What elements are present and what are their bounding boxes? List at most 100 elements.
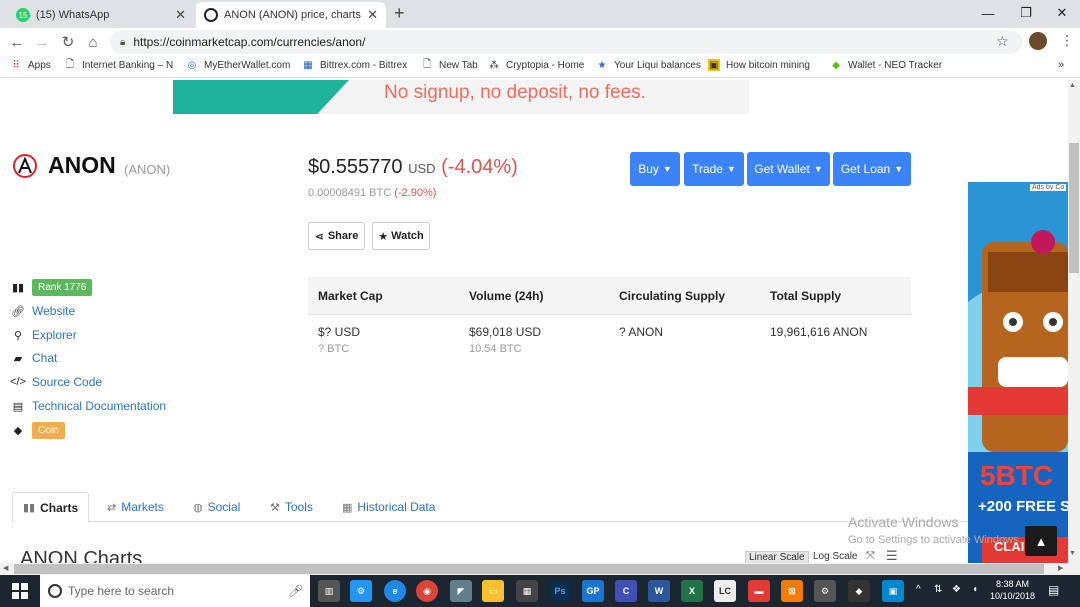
windows-logo-icon: [12, 583, 28, 599]
address-bar[interactable]: 🔒︎ https://coinmarketcap.com/currencies/…: [110, 30, 1022, 54]
sidebar-link-website[interactable]: 🔗︎ Website: [10, 304, 75, 318]
edge-icon[interactable]: e: [384, 580, 406, 602]
ads-by-label: Ads by Co: [1030, 184, 1067, 191]
volume-icon[interactable]: ◖: [972, 584, 978, 595]
window-close-icon[interactable]: ✕: [1044, 0, 1080, 26]
bookmark-internet-banking[interactable]: 🗋︎ Internet Banking – N: [64, 59, 173, 71]
wrench-icon: ⚒: [270, 501, 280, 514]
share-button[interactable]: ⋖ Share: [308, 222, 365, 250]
coinmarketcap-icon: [204, 8, 218, 22]
taskbar-search[interactable]: Type here to search 🎤︎: [40, 575, 310, 607]
tab-markets[interactable]: ⇄ Markets: [107, 492, 164, 522]
bookmark-neo-tracker[interactable]: ◆ Wallet - NEO Tracker: [830, 59, 942, 71]
btc-change: (-2.90%): [394, 187, 437, 199]
close-icon[interactable]: ✕: [175, 7, 186, 23]
colorful-app-icon[interactable]: ◆: [848, 580, 870, 602]
dropbox-icon[interactable]: ❖: [952, 584, 961, 595]
tab-tools[interactable]: ⚒ Tools: [270, 492, 313, 522]
bookmark-bitcoin-mining[interactable]: ▣ How bitcoin mining: [708, 59, 810, 71]
menu-kebab-icon[interactable]: ⋮: [1060, 32, 1074, 49]
network-icon[interactable]: ⇅: [934, 584, 942, 595]
app-c-icon[interactable]: C: [615, 580, 637, 602]
app-icon[interactable]: ◤: [450, 580, 472, 602]
linear-scale-button[interactable]: Linear Scale: [745, 551, 809, 563]
tab-charts[interactable]: ▮▮ Charts: [12, 492, 90, 523]
scroll-right-arrow-icon[interactable]: ▶: [1058, 564, 1063, 572]
stats-header-market-cap: Market Cap: [318, 289, 383, 303]
forward-arrow-icon[interactable]: →: [32, 32, 52, 52]
notifications-icon[interactable]: ▤: [1048, 583, 1059, 597]
gear-app-icon[interactable]: ⚙: [814, 580, 836, 602]
bookmark-cryptopia[interactable]: ⁂ Cryptopia - Home: [488, 59, 584, 71]
reload-icon[interactable]: ↻: [58, 32, 78, 52]
start-button[interactable]: [0, 575, 40, 607]
chrome-icon[interactable]: ◉: [416, 580, 438, 602]
minimize-icon[interactable]: —: [970, 0, 1006, 26]
get-wallet-button[interactable]: Get Wallet ▼: [747, 152, 830, 186]
scroll-to-top-button[interactable]: ▲: [1025, 526, 1057, 556]
scroll-down-arrow-icon[interactable]: ▼: [1069, 550, 1076, 557]
banner-text: No signup, no deposit, no fees.: [384, 82, 646, 103]
back-arrow-icon[interactable]: ←: [7, 32, 27, 52]
bookmark-apps[interactable]: ⠿ Apps: [10, 59, 50, 71]
fullscreen-icon[interactable]: ⤧: [866, 550, 875, 563]
settings-app-icon[interactable]: ⚙: [350, 580, 372, 602]
bookmark-liqui[interactable]: ★ Your Liqui balances: [596, 59, 701, 71]
ad-banner[interactable]: No signup, no deposit, no fees.: [173, 80, 749, 114]
vertical-scroll-thumb[interactable]: [1069, 143, 1079, 273]
scroll-up-arrow-icon[interactable]: ▲: [1069, 82, 1076, 89]
scroll-left-arrow-icon[interactable]: ◀: [3, 564, 8, 572]
chat-icon: ▰: [13, 352, 23, 365]
code-icon: </>: [10, 376, 26, 388]
restore-icon[interactable]: ❐: [1008, 0, 1044, 26]
tab-whatsapp[interactable]: 15 (15) WhatsApp ✕: [8, 2, 194, 28]
activate-windows-subtitle: Go to Settings to activate Windows.: [848, 534, 1022, 546]
close-icon[interactable]: ✕: [367, 7, 378, 23]
search-icon: ⚲: [13, 329, 23, 342]
trade-button[interactable]: Trade ▼: [684, 152, 744, 186]
side-ad[interactable]: 5BTC +200 FREE SPI CLAI: [968, 182, 1068, 563]
get-loan-button[interactable]: Get Loan ▼: [833, 152, 911, 186]
file-explorer-icon[interactable]: ▭: [482, 580, 504, 602]
home-icon[interactable]: ⌂: [83, 32, 103, 52]
buy-button[interactable]: Buy ▼: [630, 152, 680, 186]
myetherwallet-icon: ◎: [187, 59, 197, 71]
horizontal-scroll-thumb[interactable]: [14, 564, 1044, 574]
tab-social[interactable]: ◍ Social: [193, 492, 240, 522]
xampp-icon[interactable]: ⊠: [781, 580, 803, 602]
bookmark-new-tab[interactable]: 🗋︎ New Tab: [421, 59, 478, 71]
app-flag-icon[interactable]: ▬: [748, 580, 770, 602]
sidebar-link-explorer[interactable]: ⚲ Explorer: [10, 328, 77, 342]
bookmark-star-icon[interactable]: ☆: [996, 33, 1009, 50]
cortana-circle-icon: [48, 584, 62, 598]
excel-icon[interactable]: X: [681, 580, 703, 602]
gmat-prep-icon[interactable]: GP: [582, 580, 604, 602]
circulating-supply: ? ANON: [619, 325, 664, 339]
bookmarks-overflow-icon[interactable]: »: [1058, 59, 1064, 71]
word-icon[interactable]: W: [648, 580, 670, 602]
bar-chart-icon: ▮▮: [23, 502, 36, 514]
sidebar-link-technical-documentation[interactable]: ▤ Technical Documentation: [10, 399, 166, 413]
profile-avatar[interactable]: [1029, 32, 1047, 50]
bookmark-bittrex[interactable]: ▦ Bittrex.com - Bittrex: [302, 59, 407, 71]
lock-icon: 🔒︎: [120, 36, 126, 48]
microphone-icon[interactable]: 🎤︎: [288, 584, 303, 598]
task-view-icon[interactable]: ▥: [318, 580, 340, 602]
tab-coinmarketcap[interactable]: ANON (ANON) price, charts, mar ✕: [196, 2, 386, 28]
new-tab-plus-icon[interactable]: +: [394, 3, 405, 24]
bookmark-myetherwallet[interactable]: ◎ MyEtherWallet.com: [186, 59, 291, 71]
tab-title: ANON (ANON) price, charts, mar: [224, 9, 362, 21]
watch-button[interactable]: ★ Watch: [372, 222, 430, 250]
sidebar-link-chat[interactable]: ▰ Chat: [10, 351, 58, 365]
hamburger-menu-icon[interactable]: ☰: [886, 548, 898, 563]
ad-subline: +200 FREE SPI: [978, 498, 1068, 515]
photoshop-icon[interactable]: Ps: [549, 580, 571, 602]
calculator-icon[interactable]: ▦: [516, 580, 538, 602]
tray-chevron-up-icon[interactable]: ^: [916, 584, 921, 595]
log-scale-button[interactable]: Log Scale: [810, 551, 860, 563]
taskbar-clock[interactable]: 8:38 AM 10/10/2018: [990, 578, 1035, 602]
sidebar-link-source-code[interactable]: </> Source Code: [10, 375, 102, 389]
app-lc-icon[interactable]: LC: [714, 580, 736, 602]
remote-app-icon[interactable]: ▣: [882, 580, 904, 602]
tab-historical-data[interactable]: ▦ Historical Data: [342, 492, 435, 522]
